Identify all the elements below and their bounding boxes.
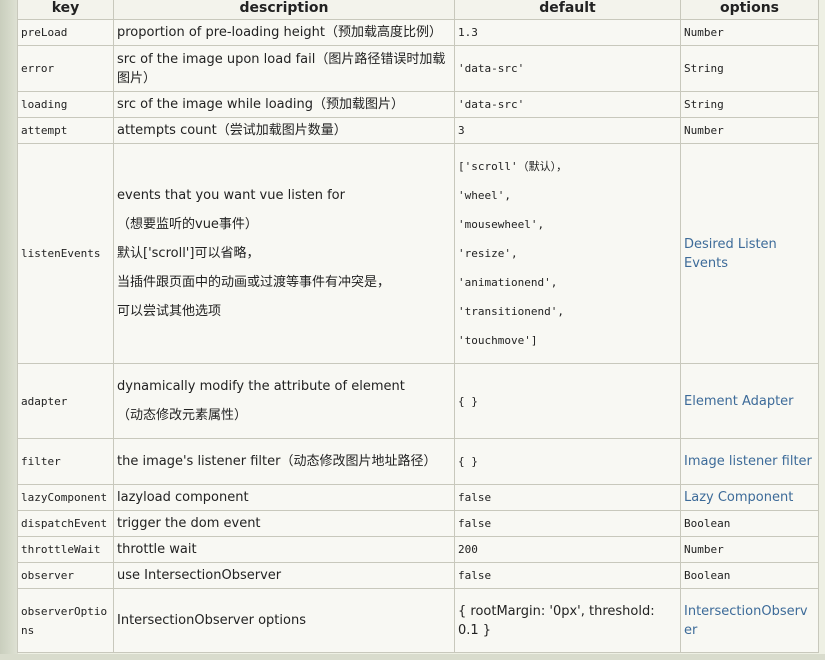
row-default: false bbox=[454, 562, 681, 589]
lazy-component-link[interactable]: Lazy Component bbox=[684, 490, 793, 505]
description-line: dynamically modify the attribute of elem… bbox=[117, 379, 405, 394]
row-key: loading bbox=[17, 91, 114, 118]
options-table: key description default options preLoad … bbox=[17, 0, 819, 653]
description-line: 可以尝试其他选项 bbox=[117, 304, 222, 319]
row-default: { } bbox=[454, 363, 681, 439]
default-line: 'animationend', bbox=[458, 276, 558, 289]
row-description: IntersectionObserver options bbox=[113, 588, 455, 653]
row-options: Image listener filter bbox=[680, 438, 819, 485]
description-line: 默认['scroll']可以省略， bbox=[117, 246, 260, 261]
table-row: attempt attempts count（尝试加载图片数量） 3 Numbe… bbox=[17, 117, 819, 144]
row-options: String bbox=[680, 91, 819, 118]
row-default: 1.3 bbox=[454, 19, 681, 46]
row-key: listenEvents bbox=[17, 143, 114, 364]
intersection-observer-link[interactable]: IntersectionObserver bbox=[684, 604, 808, 638]
row-default: 200 bbox=[454, 536, 681, 563]
row-key: observer bbox=[17, 562, 114, 589]
row-description: dynamically modify the attribute of elem… bbox=[113, 363, 455, 439]
row-key: dispatchEvent bbox=[17, 510, 114, 537]
header-options: options bbox=[680, 0, 819, 20]
row-options: IntersectionObserver bbox=[680, 588, 819, 653]
row-description: lazyload component bbox=[113, 484, 455, 511]
row-description: the image's listener filter（动态修改图片地址路径） bbox=[113, 438, 455, 485]
row-description: events that you want vue listen for （想要监… bbox=[113, 143, 455, 364]
row-options: Number bbox=[680, 19, 819, 46]
row-key: error bbox=[17, 45, 114, 92]
row-key: adapter bbox=[17, 363, 114, 439]
left-gutter bbox=[0, 0, 18, 660]
row-default: ['scroll'（默认）， 'wheel', 'mousewheel', 'r… bbox=[454, 143, 681, 364]
desired-listen-events-link[interactable]: Desired Listen Events bbox=[684, 237, 777, 271]
header-description: description bbox=[113, 0, 455, 20]
page: key description default options preLoad … bbox=[0, 0, 825, 660]
table-row: adapter dynamically modify the attribute… bbox=[17, 363, 819, 439]
table-row: observer use IntersectionObserver false … bbox=[17, 562, 819, 589]
row-description: use IntersectionObserver bbox=[113, 562, 455, 589]
table-row: throttleWait throttle wait 200 Number bbox=[17, 536, 819, 563]
default-line: 'wheel', bbox=[458, 189, 511, 202]
row-key: lazyComponent bbox=[17, 484, 114, 511]
row-description: throttle wait bbox=[113, 536, 455, 563]
row-description: attempts count（尝试加载图片数量） bbox=[113, 117, 455, 144]
table-row: observerOptions IntersectionObserver opt… bbox=[17, 588, 819, 653]
table-row: dispatchEvent trigger the dom event fals… bbox=[17, 510, 819, 537]
row-default: 'data-src' bbox=[454, 91, 681, 118]
row-key: attempt bbox=[17, 117, 114, 144]
row-default: 'data-src' bbox=[454, 45, 681, 92]
table-row: loading src of the image while loading（预… bbox=[17, 91, 819, 118]
row-options: Boolean bbox=[680, 510, 819, 537]
row-default: false bbox=[454, 510, 681, 537]
table-row: lazyComponent lazyload component false L… bbox=[17, 484, 819, 511]
row-default: 3 bbox=[454, 117, 681, 144]
row-key: throttleWait bbox=[17, 536, 114, 563]
row-options: Boolean bbox=[680, 562, 819, 589]
table-row: listenEvents events that you want vue li… bbox=[17, 143, 819, 364]
row-description: src of the image while loading（预加载图片） bbox=[113, 91, 455, 118]
row-options: Number bbox=[680, 536, 819, 563]
bottom-border bbox=[0, 654, 825, 660]
table-row: error src of the image upon load fail（图片… bbox=[17, 45, 819, 92]
default-line: 'touchmove'] bbox=[458, 334, 538, 347]
default-line: 'resize', bbox=[458, 247, 518, 260]
row-options: Lazy Component bbox=[680, 484, 819, 511]
default-line: 'mousewheel', bbox=[458, 218, 545, 231]
default-line: ['scroll'（默认）， bbox=[458, 160, 568, 173]
default-line: 'transitionend', bbox=[458, 305, 564, 318]
row-description: trigger the dom event bbox=[113, 510, 455, 537]
row-options: Element Adapter bbox=[680, 363, 819, 439]
row-key: filter bbox=[17, 438, 114, 485]
row-default: { } bbox=[454, 438, 681, 485]
row-default: false bbox=[454, 484, 681, 511]
table-header-row: key description default options bbox=[17, 0, 819, 20]
description-line: （动态修改元素属性） bbox=[117, 408, 248, 423]
row-description: src of the image upon load fail（图片路径错误时加… bbox=[113, 45, 455, 92]
table-row: preLoad proportion of pre-loading height… bbox=[17, 19, 819, 46]
header-default: default bbox=[454, 0, 681, 20]
row-options: String bbox=[680, 45, 819, 92]
table-row: filter the image's listener filter（动态修改图… bbox=[17, 438, 819, 485]
element-adapter-link[interactable]: Element Adapter bbox=[684, 394, 794, 409]
row-options: Number bbox=[680, 117, 819, 144]
row-key: observerOptions bbox=[17, 588, 114, 653]
image-listener-filter-link[interactable]: Image listener filter bbox=[684, 454, 812, 469]
row-default: { rootMargin: '0px', threshold: 0.1 } bbox=[454, 588, 681, 653]
description-line: （想要监听的vue事件） bbox=[117, 217, 258, 232]
row-key: preLoad bbox=[17, 19, 114, 46]
description-line: events that you want vue listen for bbox=[117, 188, 345, 203]
row-options: Desired Listen Events bbox=[680, 143, 819, 364]
header-key: key bbox=[17, 0, 114, 20]
description-line: 当插件跟页面中的动画或过渡等事件有冲突是， bbox=[117, 275, 391, 290]
row-description: proportion of pre-loading height（预加载高度比例… bbox=[113, 19, 455, 46]
